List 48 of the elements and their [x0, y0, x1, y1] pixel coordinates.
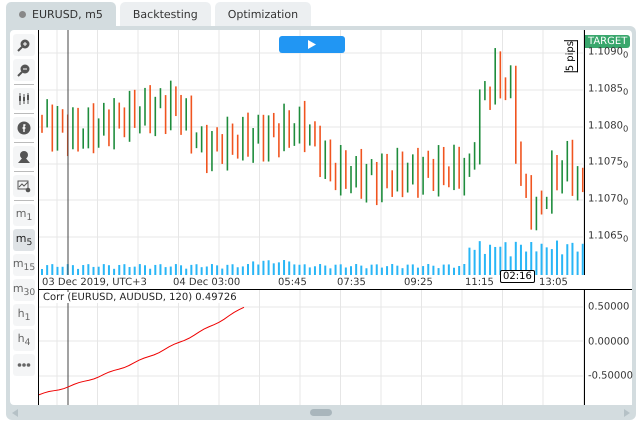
shapes-icon [17, 150, 31, 164]
timeframe-button[interactable]: h$_{1}$ [13, 304, 35, 326]
price-tick-label: 1.1070$_{0}$ [588, 194, 628, 207]
price-tick-label: 1.1080$_{0}$ [588, 120, 628, 134]
zoom-out-icon [17, 63, 31, 77]
time-tick-label: 07:35 [337, 277, 366, 288]
scroll-left-icon [12, 408, 18, 416]
zoom-in-button[interactable] [13, 34, 35, 56]
time-tick-label: 04 Dec 03:00 [173, 277, 240, 288]
zoom-out-button[interactable] [13, 59, 35, 81]
time-tick-label: 09:25 [404, 277, 433, 288]
timeframe-button[interactable]: m$_{30}$ [13, 279, 35, 301]
status-dot-icon [19, 10, 26, 18]
play-icon [308, 40, 316, 49]
candlestick-icon [17, 92, 31, 106]
tab[interactable]: Optimization [214, 2, 312, 26]
scroll-right-icon [624, 408, 630, 416]
f-circle-icon [17, 121, 31, 135]
tab[interactable]: EURUSD, m5 [6, 2, 116, 26]
chart-settings-icon [17, 179, 31, 193]
timeframe-button[interactable]: m$_{5}$ [13, 229, 35, 251]
timeframe-button[interactable]: m$_{1}$ [13, 204, 35, 226]
time-tick-label: 03 Dec 2019, UTC+3 [42, 277, 147, 288]
indicator-tick-label: 0.50000 [588, 302, 630, 312]
timeframe-button[interactable]: h$_{4}$ [13, 329, 35, 351]
price-tick-label: 1.1075$_{0}$ [588, 156, 628, 170]
time-tick-label: 13:05 [539, 277, 568, 288]
target-label: TARGET [585, 35, 630, 48]
indicator-label: Corr (EURUSD, AUDUSD, 120) 0.49726 [43, 292, 237, 303]
chart-type-button[interactable] [13, 88, 35, 110]
zoom-in-icon [17, 38, 31, 52]
time-tick-label: 11:15 [465, 277, 494, 288]
price-tick-label: 1.1065$_{0}$ [588, 230, 628, 244]
price-tick-label: 1.1090$_{0}$ [588, 46, 628, 60]
pips-scale-label: 5 pips [564, 40, 578, 72]
indicator-button[interactable] [13, 117, 35, 139]
cursor-time-label: 02:16 [500, 270, 535, 283]
scroll-thumb[interactable] [310, 409, 332, 416]
chart-settings-button[interactable] [13, 175, 35, 197]
more-button[interactable] [13, 354, 35, 376]
indicator-tick-label: -0.50000 [588, 370, 633, 382]
time-tick-label: 05:45 [278, 277, 307, 288]
price-tick-label: 1.1085$_{0}$ [588, 83, 628, 96]
play-button[interactable] [279, 36, 345, 53]
indicator-tick-label: 0.00000 [588, 336, 630, 347]
tab[interactable]: Backtesting [120, 2, 211, 26]
shapes-button[interactable] [13, 146, 35, 168]
timeframe-button[interactable]: m$_{15}$ [13, 254, 35, 276]
